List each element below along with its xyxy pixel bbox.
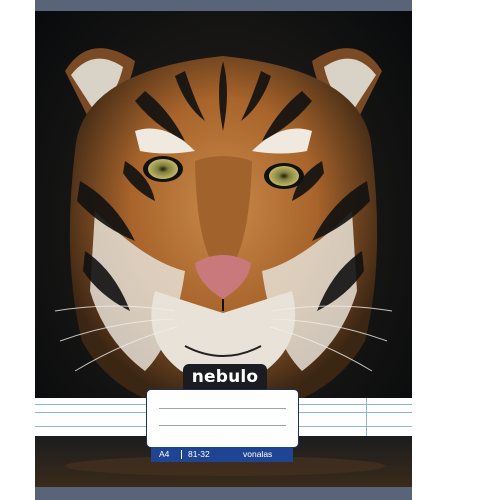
notebook-cover: nebulo A4 81-32 vonalas — [35, 0, 412, 500]
paper-size: A4 — [159, 449, 170, 459]
label-writing-line — [159, 408, 286, 409]
divider — [181, 450, 182, 459]
name-label-box[interactable] — [146, 389, 299, 448]
product-code: 81-32 — [188, 449, 210, 459]
ruling-type: vonalas — [243, 449, 273, 459]
format-info-bar: A4 81-32 vonalas — [151, 447, 293, 462]
margin-line — [366, 398, 367, 436]
left-eye — [148, 159, 178, 179]
brand-logo: nebulo — [183, 364, 267, 391]
right-eye — [269, 166, 299, 186]
bottom-strip — [35, 487, 412, 500]
top-strip — [35, 0, 412, 11]
label-writing-line — [159, 425, 286, 426]
